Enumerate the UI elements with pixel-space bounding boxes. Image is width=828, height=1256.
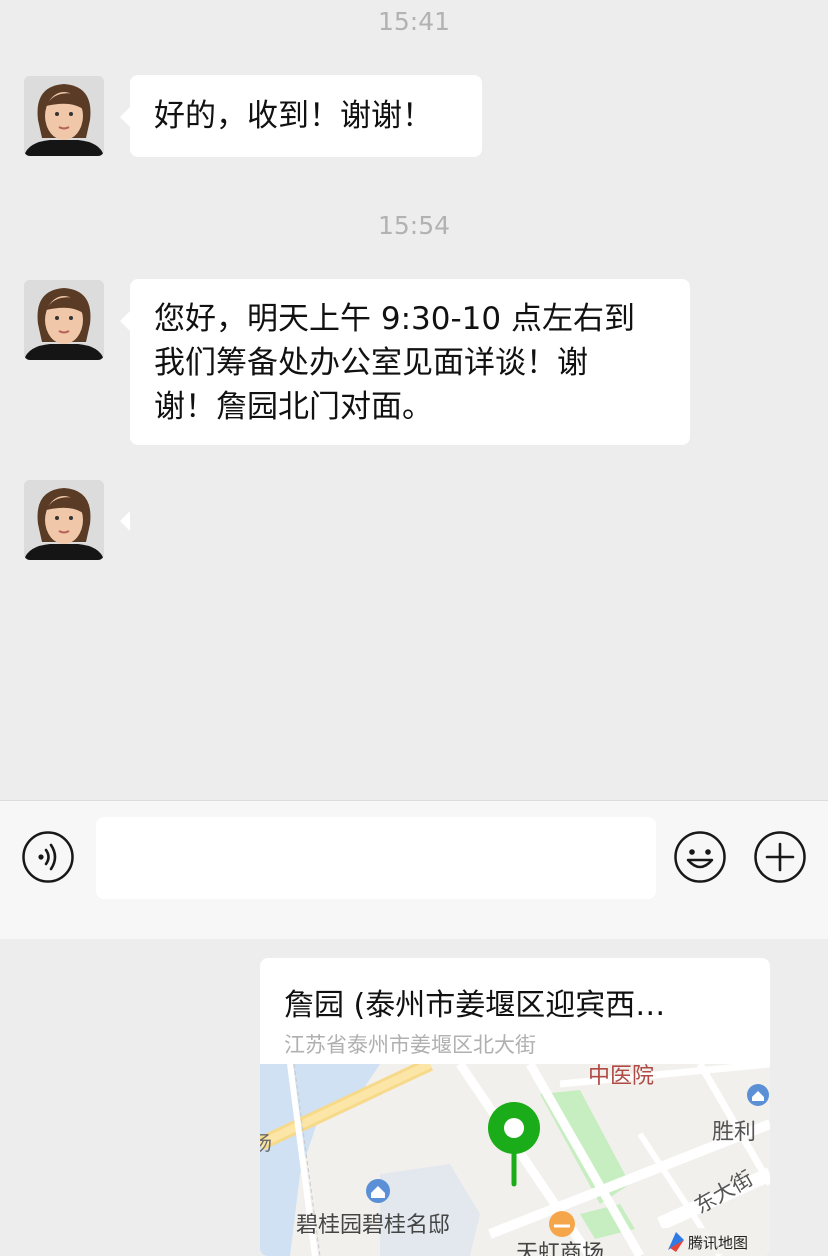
avatar[interactable] <box>24 76 104 156</box>
location-card[interactable]: 詹园 (泰州市姜堰区迎宾西… 江苏省泰州市姜堰区北大街 中医院 胜利 东大街 碧… <box>120 479 770 1256</box>
map-provider-label: 腾讯地图 <box>688 1234 748 1252</box>
map-label-hospital: 中医院 <box>588 1064 654 1089</box>
avatar[interactable] <box>24 280 104 360</box>
message-text: 好的，收到！谢谢！ <box>154 98 433 134</box>
plus-button[interactable] <box>753 830 807 884</box>
message-text-line: 您好，明天上午 9:30-10 点左右到 <box>154 301 635 337</box>
poi-marker-icon <box>366 1179 390 1203</box>
map-provider-logo: 腾讯地图 <box>662 1228 766 1254</box>
input-toolbar <box>0 800 828 939</box>
avatar-photo-icon <box>24 76 104 156</box>
message-bubble[interactable]: 您好，明天上午 9:30-10 点左右到 我们筹备处办公室见面详谈！谢 谢！詹园… <box>120 279 690 445</box>
map-label-mall: 天虹商场 <box>516 1241 604 1256</box>
message-bubble[interactable]: 好的，收到！谢谢！ <box>120 75 482 157</box>
voice-icon <box>22 831 74 883</box>
location-map[interactable]: 中医院 胜利 东大街 碧桂园碧桂名邸 天虹商场 汤 腾讯地图 <box>260 1064 770 1256</box>
message-text-line: 我们筹备处办公室见面详谈！谢 <box>154 345 588 381</box>
poi-marker-icon <box>747 1084 769 1106</box>
avatar-photo-icon <box>24 280 104 360</box>
timestamp: 15:54 <box>377 211 451 240</box>
map-label-estate: 碧桂园碧桂名邸 <box>296 1213 450 1238</box>
message-text-line: 谢！詹园北门对面。 <box>154 389 433 425</box>
poi-marker-icon <box>549 1211 575 1237</box>
avatar[interactable] <box>24 480 104 560</box>
voice-button[interactable] <box>21 830 75 884</box>
emoji-icon <box>674 831 726 883</box>
location-address: 江苏省泰州市姜堰区北大街 <box>284 1033 536 1057</box>
timestamp: 15:41 <box>377 7 451 36</box>
location-title: 詹园 (泰州市姜堰区迎宾西… <box>284 988 666 1023</box>
map-label-street: 胜利 <box>712 1120 756 1145</box>
emoji-button[interactable] <box>673 830 727 884</box>
message-input[interactable] <box>96 817 656 899</box>
map-label-edge: 汤 <box>260 1131 272 1155</box>
avatar-photo-icon <box>24 480 104 560</box>
plus-icon <box>754 831 806 883</box>
